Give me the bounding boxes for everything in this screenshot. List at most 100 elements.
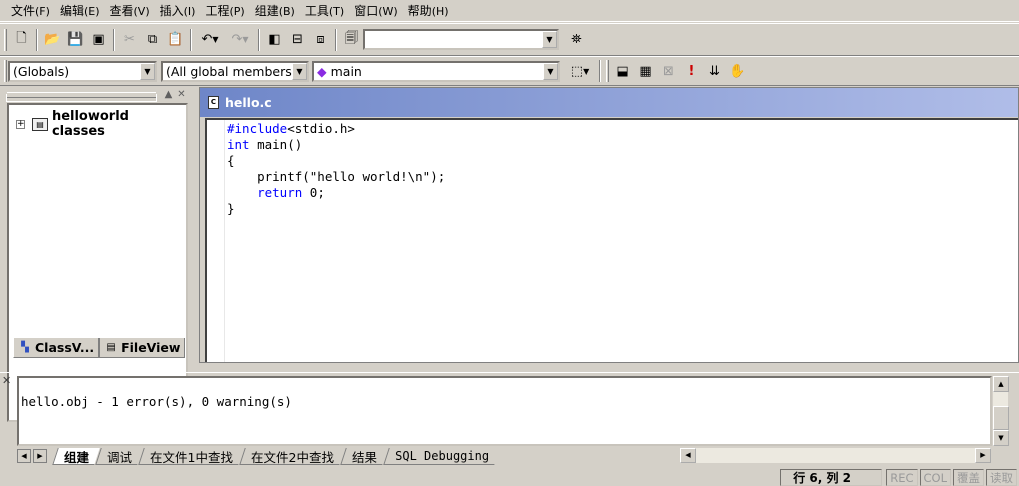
- code-editor[interactable]: #include<stdio.h> int main(){ printf("hel…: [205, 118, 1018, 362]
- menu-project[interactable]: 工程(P): [200, 1, 249, 21]
- editor-title: hello.c: [225, 95, 272, 110]
- new-text-file-icon[interactable]: 🗋: [10, 29, 33, 51]
- status-col: COL: [919, 469, 951, 486]
- code-line-return: return 0;: [257, 185, 325, 200]
- member-combo[interactable]: ◆ main ▼: [312, 60, 560, 82]
- open-folder-icon[interactable]: 📂: [41, 29, 64, 51]
- menu-help[interactable]: 帮助(H): [403, 1, 454, 21]
- menu-file[interactable]: 文件(F): [6, 1, 55, 21]
- menu-tools[interactable]: 工具(T): [300, 1, 349, 21]
- go-icon[interactable]: ✋: [726, 60, 749, 82]
- scroll-down-icon[interactable]: ▼: [993, 430, 1009, 446]
- fileview-icon: ▤: [106, 341, 116, 353]
- member-function-icon: ◆: [317, 63, 327, 79]
- tree-item-label: helloworld classes: [51, 109, 129, 139]
- wizard-action-icon[interactable]: ⬚ ▼: [564, 60, 596, 82]
- classes-icon: ▤: [32, 117, 48, 131]
- collapse-icon[interactable]: ▲: [162, 89, 175, 101]
- copy-icon[interactable]: ⧉: [141, 29, 164, 51]
- tab-results[interactable]: 结果: [340, 447, 388, 465]
- redo-icon[interactable]: ↷ ▼: [225, 29, 255, 51]
- undo-icon[interactable]: ↶ ▼: [195, 29, 225, 51]
- code-line: }: [227, 201, 235, 216]
- output-pane: ✕ hello.obj - 1 error(s), 0 warning(s) ▲…: [0, 372, 1019, 466]
- dock-grip[interactable]: [7, 92, 156, 98]
- find-in-files-icon[interactable]: 🗐: [340, 29, 363, 51]
- standard-toolbar: 🗋 📂 💾 ▣ ✂ ⧉ 📋 ↶ ▼ ↷ ▼ ◧ ⊟ ⧈ 🗐 ▼ ⛯: [0, 23, 1019, 56]
- workspace-icon[interactable]: ◧: [263, 29, 286, 51]
- tab-classview[interactable]: ▚ ClassV...: [13, 338, 100, 358]
- toolbar-separator: [335, 28, 337, 51]
- code-line: printf("hello world!\n");: [227, 169, 446, 184]
- save-all-icon[interactable]: ▣: [87, 29, 110, 51]
- cursor-position: 行 6, 列 2: [780, 469, 883, 486]
- menu-window[interactable]: 窗口(W): [349, 1, 402, 21]
- window-list-icon[interactable]: ⧈: [309, 29, 332, 51]
- find-combo[interactable]: ▼: [363, 29, 559, 50]
- build-icon[interactable]: ▦: [634, 60, 657, 82]
- tab-sql-debugging[interactable]: SQL Debugging: [383, 447, 500, 465]
- menu-view[interactable]: 查看(V): [105, 1, 155, 21]
- chevron-down-icon[interactable]: ▼: [543, 62, 558, 80]
- tab-nav: ◀ ▶: [17, 449, 49, 463]
- chevron-down-icon[interactable]: ▼: [292, 62, 307, 80]
- workspace-tabs: ▚ ClassV... ▤ FileView: [13, 338, 186, 360]
- editor-gutter[interactable]: [207, 120, 225, 362]
- output-text-area[interactable]: hello.obj - 1 error(s), 0 warning(s): [17, 376, 992, 446]
- output-tabs: ◀ ▶ 组建 调试 在文件1中查找 在文件2中查找 结果 SQL Debuggi…: [17, 447, 500, 465]
- output-window-icon[interactable]: ⊟: [286, 29, 309, 51]
- toolbar-separator: [190, 28, 192, 51]
- document-icon: C: [208, 96, 219, 109]
- scroll-thumb[interactable]: [993, 406, 1009, 430]
- editor-window: C hello.c #include<stdio.h> int main(){ p…: [199, 87, 1019, 363]
- save-icon[interactable]: 💾: [64, 29, 87, 51]
- member-combo-value: ◆ main: [317, 63, 362, 79]
- workspace-pane: ▲ ✕ + ▤ helloworld classes ▚ ClassV... ▤…: [3, 87, 191, 422]
- filter-combo-value: (All global members: [166, 63, 292, 79]
- chevron-down-icon[interactable]: ▼: [140, 62, 155, 80]
- menu-insert[interactable]: 插入(I): [155, 1, 201, 21]
- binoculars-icon[interactable]: ⛯: [565, 29, 588, 51]
- tab-scroll-left-icon[interactable]: ◀: [17, 449, 31, 463]
- toolbar-grip[interactable]: [4, 60, 7, 82]
- scroll-left-icon[interactable]: ◀: [680, 448, 696, 463]
- toolbar-grip[interactable]: [4, 28, 7, 51]
- cut-icon[interactable]: ✂: [118, 29, 141, 51]
- code-text[interactable]: #include<stdio.h> int main(){ printf("hel…: [227, 121, 445, 217]
- tab-find-in-files-1[interactable]: 在文件1中查找: [138, 447, 244, 465]
- menu-edit[interactable]: 编辑(E): [55, 1, 105, 21]
- output-horizontal-scrollbar[interactable]: ◀ ▶: [679, 447, 992, 464]
- scroll-up-icon[interactable]: ▲: [993, 376, 1009, 392]
- menu-build[interactable]: 组建(B): [250, 1, 300, 21]
- paste-icon[interactable]: 📋: [164, 29, 187, 51]
- output-line: hello.obj - 1 error(s), 0 warning(s): [21, 394, 292, 409]
- menu-bar: 文件(F) 编辑(E) 查看(V) 插入(I) 工程(P) 组建(B) 工具(T…: [0, 0, 1019, 22]
- close-icon[interactable]: ✕: [2, 375, 16, 387]
- code-line: int main(): [227, 137, 303, 152]
- workspace-header: ▲ ✕: [3, 87, 191, 103]
- toolbar-grip[interactable]: [606, 60, 609, 82]
- editor-title-bar[interactable]: C hello.c: [200, 88, 1018, 117]
- code-line: #include<stdio.h>: [227, 121, 355, 136]
- tab-find-in-files-2[interactable]: 在文件2中查找: [239, 447, 345, 465]
- chevron-down-icon[interactable]: ▼: [542, 31, 557, 48]
- toolbar-separator: [113, 28, 115, 51]
- close-icon[interactable]: ✕: [175, 89, 188, 101]
- toolbar-separator: [36, 28, 38, 51]
- tab-build[interactable]: 组建: [52, 447, 100, 465]
- filter-combo[interactable]: (All global members ▼: [161, 60, 309, 82]
- tab-fileview[interactable]: ▤ FileView: [99, 338, 186, 358]
- compile-icon[interactable]: ⬓: [611, 60, 634, 82]
- tab-debug[interactable]: 调试: [95, 447, 143, 465]
- tree-item-root[interactable]: + ▤ helloworld classes: [16, 109, 186, 139]
- tab-scroll-right-icon[interactable]: ▶: [33, 449, 47, 463]
- stop-build-icon[interactable]: ⊠: [657, 60, 680, 82]
- insert-breakpoint-icon[interactable]: ⇊: [703, 60, 726, 82]
- output-vertical-scrollbar[interactable]: ▲ ▼: [992, 376, 1009, 446]
- scroll-right-icon[interactable]: ▶: [975, 448, 991, 463]
- status-overwrite: 覆盖: [953, 469, 984, 486]
- plus-icon[interactable]: +: [16, 119, 25, 129]
- execute-icon[interactable]: !: [680, 60, 703, 82]
- scope-combo[interactable]: (Globals) ▼: [8, 60, 157, 82]
- status-read: 读取: [986, 469, 1017, 486]
